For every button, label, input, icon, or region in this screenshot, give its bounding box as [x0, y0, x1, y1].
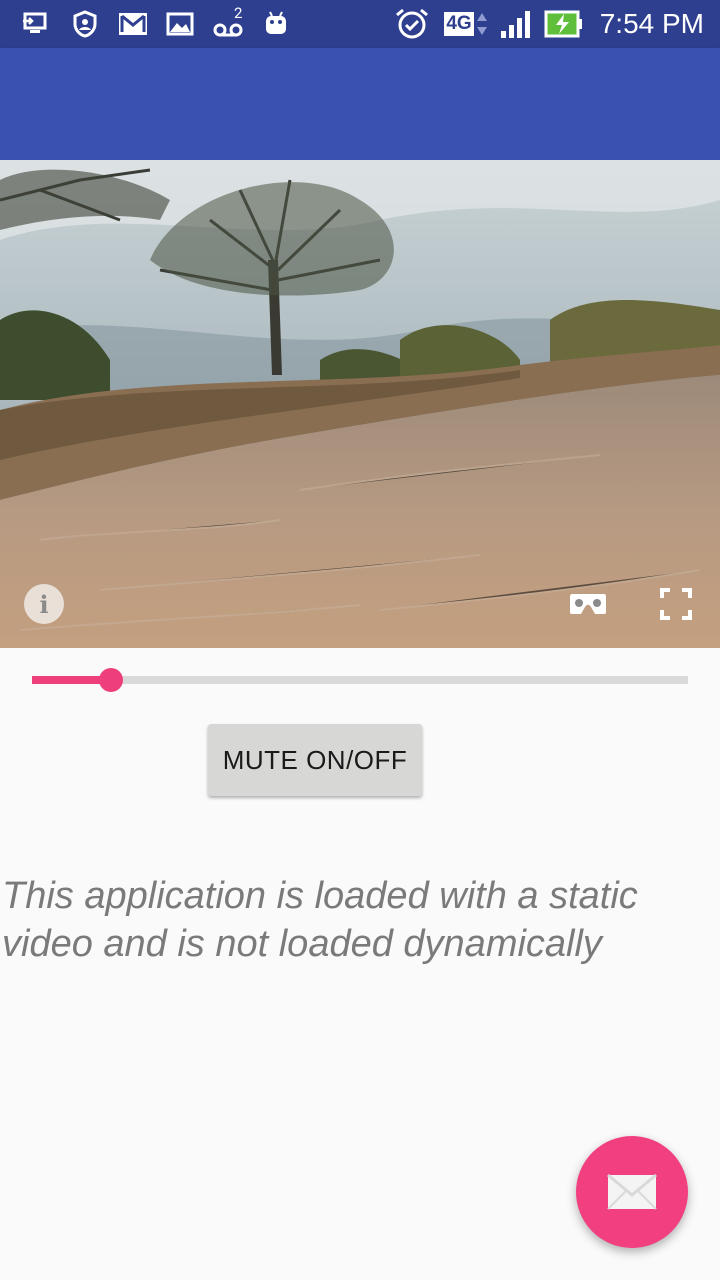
gmail-icon	[118, 10, 148, 38]
video-frame	[0, 160, 720, 648]
gallery-icon	[166, 10, 194, 38]
fullscreen-button[interactable]	[660, 588, 692, 620]
fullscreen-icon	[660, 588, 692, 620]
slider-thumb[interactable]	[99, 668, 123, 692]
mute-toggle-button[interactable]: MUTE ON/OFF	[208, 724, 422, 796]
status-time: 7:54 PM	[599, 8, 704, 39]
mail-fab-button[interactable]	[576, 1136, 688, 1248]
cardboard-vr-button[interactable]	[568, 588, 608, 620]
android-icon	[262, 10, 290, 38]
alarm-icon	[394, 8, 430, 39]
info-icon: i	[39, 589, 49, 619]
cardboard-vr-icon	[570, 594, 606, 614]
status-bar: 2 4G 7:54 PM	[0, 0, 720, 48]
info-text: This application is loaded with a static…	[2, 875, 638, 965]
video-player[interactable]: i	[0, 160, 720, 648]
shield-user-icon	[72, 10, 98, 38]
screen-cast-icon	[22, 10, 50, 38]
network-4g-icon: 4G	[442, 10, 490, 38]
app-bar	[0, 48, 720, 160]
slider-track[interactable]	[32, 676, 688, 684]
voicemail-count: 2	[234, 4, 243, 22]
signal-icon	[498, 10, 534, 38]
battery-charging-icon	[544, 10, 584, 38]
voicemail-icon: 2	[212, 4, 246, 38]
info-button[interactable]: i	[24, 584, 64, 624]
volume-slider[interactable]	[32, 668, 688, 692]
mail-icon	[607, 1174, 657, 1210]
